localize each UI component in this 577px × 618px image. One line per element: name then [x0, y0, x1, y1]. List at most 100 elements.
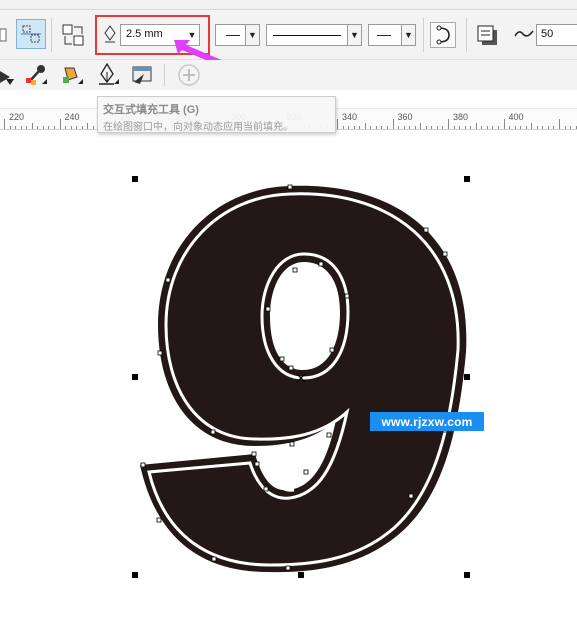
ruler-tick [87, 123, 89, 129]
watermark: www.rjzxw.com [370, 412, 484, 431]
ruler-tick [453, 126, 455, 129]
ruler-tick [570, 126, 572, 129]
ruler-tick [509, 126, 511, 129]
break-apart-button[interactable] [58, 20, 88, 50]
ruler-tick [392, 119, 394, 129]
outline-pen-icon [102, 25, 118, 43]
ruler-tick [353, 126, 355, 129]
ruler-label: 240 [64, 112, 80, 122]
ruler-tick [375, 126, 377, 129]
smoothness-input[interactable]: 50 [536, 24, 577, 46]
ruler-tick [364, 123, 366, 129]
interactive-fill-icon[interactable] [128, 61, 156, 87]
ruler-tick [542, 126, 544, 129]
ruler-tick [53, 126, 55, 129]
ruler-tick [65, 126, 67, 129]
ruler-tick [381, 126, 383, 129]
ruler-label: 340 [342, 112, 358, 122]
chevron-down-icon[interactable]: ▼ [245, 25, 259, 45]
shadow-icon [477, 25, 497, 45]
ruler-tick [398, 126, 400, 129]
ruler-label: 360 [397, 112, 413, 122]
ruler-tick [76, 126, 78, 129]
line-style-select[interactable]: ▼ [266, 24, 362, 46]
selection-handle-mid-left[interactable] [132, 374, 138, 380]
eyedropper-glyph [26, 65, 47, 85]
selection-handle-bottom-left[interactable] [132, 572, 138, 578]
smoothness-glyph [514, 30, 534, 37]
ruler-label: 380 [453, 112, 469, 122]
separator [164, 64, 165, 86]
line-end-select[interactable]: — ▼ [368, 24, 416, 46]
selection-handle-bottom-right[interactable] [464, 572, 470, 578]
ruler-tick [559, 119, 560, 129]
ruler-tick [531, 123, 533, 129]
line-start-select[interactable]: — ▼ [215, 24, 260, 46]
align-icon-glyph [0, 28, 7, 42]
property-bar: 2.5 mm ▼ — ▼ ▼ — ▼ 50 [0, 10, 577, 72]
ruler-tick [26, 126, 28, 129]
ruler-tick [337, 119, 338, 129]
chevron-down-icon[interactable]: ▼ [347, 25, 361, 45]
selection-handle-top-right[interactable] [464, 176, 470, 182]
separator [51, 18, 52, 52]
ruler-tick [486, 126, 488, 129]
ruler-label: 400 [508, 112, 524, 122]
ruler-tick [48, 126, 50, 129]
ruler-tick [442, 126, 444, 129]
shadow-button[interactable] [472, 20, 502, 50]
separator [466, 18, 467, 52]
ruler-tick [348, 126, 350, 129]
ruler-tick [431, 126, 433, 129]
ruler-tick [420, 123, 422, 129]
ruler-tick [448, 119, 449, 129]
ruler-tick [547, 126, 549, 129]
pen-nib-icon[interactable] [94, 61, 122, 87]
ruler-tick [470, 126, 472, 129]
align-icon[interactable] [0, 24, 8, 46]
node-align-button[interactable] [16, 19, 46, 49]
ruler-tick [497, 126, 499, 129]
selection-handle-mid-right[interactable] [464, 374, 470, 380]
top-toolbar-strip [0, 0, 577, 10]
ruler-tick [20, 126, 22, 129]
fill-bucket-glyph [0, 71, 14, 85]
pen-nib-glyph [99, 62, 119, 85]
fill-bucket-icon[interactable] [0, 62, 14, 86]
ruler-tick [553, 126, 555, 129]
drawing-canvas[interactable] [0, 130, 577, 618]
line-end-value: — [377, 26, 391, 42]
separator [423, 18, 424, 52]
ruler-tick [59, 119, 61, 129]
add-icon[interactable] [176, 62, 202, 88]
ruler-tick [520, 126, 522, 129]
ruler-tick [31, 123, 33, 129]
ruler-tick [464, 126, 466, 129]
eyedropper-icon[interactable] [22, 61, 50, 87]
selection-handle-top-left[interactable] [132, 176, 138, 182]
ruler-tick [9, 126, 11, 129]
paint-bucket-glyph [63, 67, 83, 84]
outline-pen-glyph [104, 25, 116, 43]
paint-bucket-icon[interactable] [58, 61, 86, 87]
outline-width-value: 2.5 mm [126, 28, 163, 40]
break-apart-icon [62, 24, 84, 46]
smoothness-value: 50 [541, 28, 554, 40]
ruler-tick [425, 126, 427, 129]
ruler-tick [37, 126, 39, 129]
node-align-icon [21, 25, 41, 43]
tools-row [0, 60, 577, 90]
ruler-tick [475, 123, 477, 129]
ruler-tick [525, 126, 527, 129]
selection-handle-bottom-mid[interactable] [298, 572, 304, 578]
chevron-down-icon[interactable]: ▼ [401, 25, 415, 45]
ruler-tick [481, 126, 483, 129]
reverse-direction-button[interactable] [430, 22, 456, 48]
ruler-tick [514, 126, 516, 129]
ruler-tick [414, 126, 416, 129]
ruler-tick [564, 126, 566, 129]
ruler-tick [386, 126, 388, 129]
ruler-tick [342, 126, 344, 129]
ruler-tick [81, 126, 83, 129]
ruler-tick [492, 126, 494, 129]
